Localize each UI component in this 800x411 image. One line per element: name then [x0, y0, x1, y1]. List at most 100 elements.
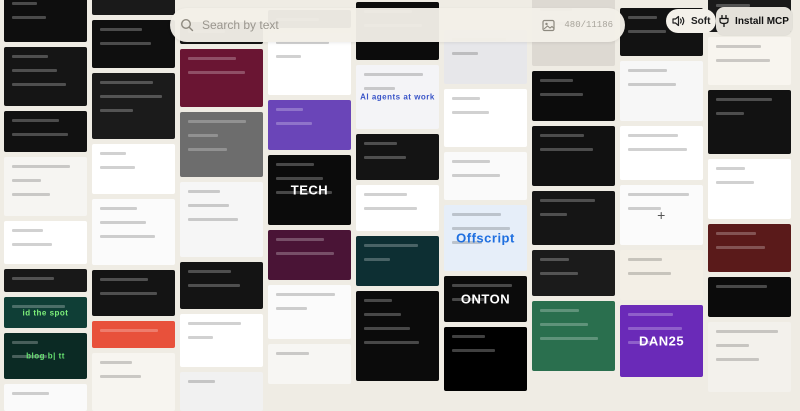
screenshot-thumbnail[interactable] [92, 198, 175, 265]
thumbnail-placeholder-line [452, 349, 495, 352]
screenshot-thumbnail[interactable] [620, 126, 703, 180]
screenshot-thumbnail[interactable] [356, 236, 439, 286]
thumbnail-placeholder-line [12, 193, 51, 197]
thumbnail-placeholder-line [716, 167, 746, 170]
sound-toggle-button[interactable]: Soft [666, 9, 717, 33]
thumbnail-headline: blog b| tt [26, 351, 65, 361]
screenshot-thumbnail[interactable] [180, 261, 263, 309]
screenshot-thumbnail[interactable] [532, 191, 615, 245]
thumbnail-placeholder-line [364, 207, 417, 210]
screenshot-thumbnail[interactable] [708, 277, 791, 317]
thumbnail-placeholder-line [716, 112, 744, 115]
thumbnail-placeholder-line [452, 213, 502, 216]
screenshot-thumbnail[interactable] [444, 152, 527, 200]
screenshot-thumbnail[interactable] [4, 269, 87, 293]
screenshot-thumbnail[interactable] [4, 0, 87, 43]
screenshot-thumbnail[interactable]: TECH [268, 155, 351, 225]
screenshot-thumbnail[interactable] [92, 0, 175, 15]
thumbnail-placeholder-line [188, 120, 247, 124]
screenshot-thumbnail[interactable] [356, 134, 439, 180]
screenshot-thumbnail[interactable] [444, 89, 527, 147]
thumbnail-placeholder-line [540, 79, 574, 82]
screenshot-thumbnail[interactable] [620, 61, 703, 121]
thumbnail-placeholder-line [716, 232, 757, 235]
screenshot-thumbnail[interactable] [708, 90, 791, 154]
screenshot-thumbnail[interactable]: ONTON [444, 276, 527, 322]
install-mcp-button[interactable]: Install MCP [716, 7, 792, 35]
thumbnail-placeholder-line [276, 55, 302, 58]
search-input[interactable] [202, 18, 543, 32]
screenshot-thumbnail[interactable] [4, 111, 87, 153]
thumbnail-placeholder-line [100, 328, 159, 332]
screenshot-thumbnail[interactable] [92, 19, 175, 69]
screenshot-thumbnail[interactable] [4, 221, 87, 265]
thumbnail-placeholder-line [12, 119, 59, 123]
screenshot-thumbnail[interactable]: blog b| tt [4, 332, 87, 380]
thumbnail-placeholder-line [100, 206, 137, 210]
screenshot-thumbnail[interactable]: AI agents at work [356, 65, 439, 129]
screenshot-thumbnail[interactable] [92, 353, 175, 411]
screenshot-thumbnail[interactable] [708, 322, 791, 392]
screenshot-thumbnail[interactable] [708, 159, 791, 219]
gallery-column [180, 22, 263, 411]
thumbnail-placeholder-line [716, 45, 762, 48]
screenshot-thumbnail[interactable] [620, 250, 703, 300]
install-mcp-label: Install MCP [735, 15, 789, 27]
screenshot-thumbnail[interactable] [92, 73, 175, 139]
image-search-icon[interactable] [542, 19, 556, 32]
screenshot-thumbnail[interactable] [708, 224, 791, 272]
gallery-column: TECH [268, 10, 351, 411]
thumbnail-placeholder-line [276, 293, 336, 296]
thumbnail-placeholder-line [540, 213, 567, 216]
screenshot-thumbnail[interactable]: DAN25 [620, 305, 703, 377]
screenshot-thumbnail[interactable] [708, 37, 791, 85]
thumbnail-placeholder-line [716, 246, 766, 249]
thumbnail-placeholder-line [628, 272, 672, 275]
screenshot-thumbnail[interactable] [356, 291, 439, 381]
screenshot-thumbnail[interactable]: + [620, 185, 703, 245]
thumbnail-placeholder-line [364, 156, 406, 159]
screenshot-thumbnail[interactable] [532, 250, 615, 296]
screenshot-thumbnail[interactable]: Offscript [444, 205, 527, 271]
thumbnail-placeholder-line [364, 313, 401, 316]
screenshot-thumbnail[interactable] [268, 285, 351, 339]
thumbnail-placeholder-line [628, 134, 679, 137]
thumbnail-placeholder-line [716, 59, 771, 62]
result-count: 480/11186 [564, 20, 613, 30]
screenshot-thumbnail[interactable] [180, 313, 263, 367]
screenshot-thumbnail[interactable] [92, 143, 175, 194]
thumbnail-placeholder-line [540, 148, 594, 151]
thumbnail-placeholder-line [100, 291, 157, 295]
screenshot-thumbnail[interactable] [532, 126, 615, 186]
thumbnail-placeholder-line [540, 199, 596, 202]
screenshot-thumbnail[interactable] [268, 33, 351, 95]
thumbnail-placeholder-line [188, 148, 228, 152]
screenshot-thumbnail[interactable] [532, 71, 615, 121]
thumbnail-placeholder-line [276, 307, 307, 310]
screenshot-thumbnail[interactable] [92, 320, 175, 349]
screenshot-thumbnail[interactable] [4, 47, 87, 107]
screenshot-thumbnail[interactable] [268, 230, 351, 280]
thumbnail-headline: AI agents at work [360, 92, 435, 102]
screenshot-thumbnail[interactable] [180, 48, 263, 108]
screenshot-thumbnail[interactable] [180, 112, 263, 178]
screenshot-thumbnail[interactable] [268, 344, 351, 384]
screenshot-thumbnail[interactable] [4, 157, 87, 217]
screenshot-thumbnail[interactable] [532, 301, 615, 371]
thumbnail-placeholder-line [12, 179, 42, 183]
thumbnail-placeholder-line [716, 285, 767, 288]
thumbnail-placeholder-line [364, 87, 395, 90]
thumbnail-placeholder-line [12, 277, 54, 281]
thumbnail-placeholder-line [100, 109, 134, 113]
thumbnail-placeholder-line [540, 93, 583, 96]
screenshot-thumbnail[interactable] [444, 327, 527, 391]
screenshot-thumbnail[interactable] [92, 269, 175, 316]
thumbnail-placeholder-line [276, 238, 325, 241]
screenshot-thumbnail[interactable] [180, 182, 263, 257]
thumbnail-placeholder-line [364, 341, 420, 344]
screenshot-thumbnail[interactable] [356, 185, 439, 231]
screenshot-thumbnail[interactable] [268, 100, 351, 150]
screenshot-thumbnail[interactable]: id the spot [4, 297, 87, 328]
screenshot-thumbnail[interactable] [4, 384, 87, 411]
screenshot-thumbnail[interactable] [180, 371, 263, 411]
